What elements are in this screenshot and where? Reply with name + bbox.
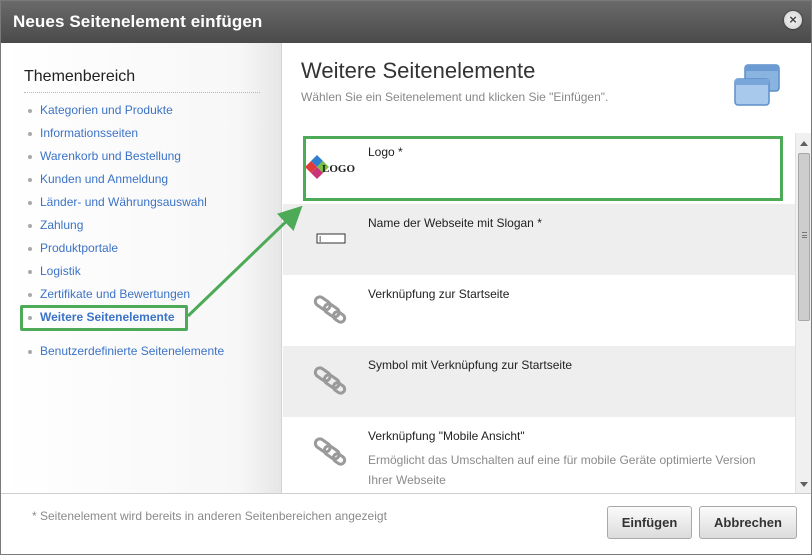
scroll-thumb[interactable] [798,153,810,321]
item-name: Verknüpfung zur Startseite [368,287,510,301]
chain-link-icon [313,437,347,466]
list-item-home-link[interactable]: Verknüpfung zur Startseite [283,275,795,346]
grip-icon [802,232,807,238]
element-list: LOGO Logo * I Name der Webseite mit Slog… [283,133,795,493]
insert-button[interactable]: Einfügen [607,506,692,539]
sidebar-divider [24,92,260,93]
scroll-down-icon[interactable] [800,482,808,487]
cancel-button[interactable]: Abbrechen [699,506,797,539]
sidebar-item-benutzerdefiniert[interactable]: Benutzerdefinierte Seitenelemente [27,343,224,366]
chain-link-icon [313,295,347,324]
sidebar-item-zahlung[interactable]: Zahlung [27,217,224,240]
item-name: Symbol mit Verknüpfung zur Startseite [368,358,573,372]
item-name: Verknüpfung "Mobile Ansicht" [368,429,525,443]
sidebar-heading: Themenbereich [24,68,136,85]
list-item-symbol-home-link[interactable]: Symbol mit Verknüpfung zur Startseite [283,346,795,417]
text-field-cursor: I [319,235,321,244]
content-title: Weitere Seitenelemente [301,58,536,83]
sidebar: Themenbereich Kategorien und Produkte In… [1,43,282,493]
windows-icon [734,64,780,106]
content-header: Weitere Seitenelemente Wählen Sie ein Se… [283,43,811,133]
list-item-site-name[interactable]: I Name der Webseite mit Slogan * [283,204,795,275]
sidebar-item-produktportale[interactable]: Produktportale [27,240,224,263]
insert-element-dialog: Neues Seitenelement einfügen × Themenber… [0,0,812,555]
dialog-title: Neues Seitenelement einfügen [13,12,263,31]
sidebar-item-logistik[interactable]: Logistik [27,263,224,286]
content-subtitle: Wählen Sie ein Seitenelement und klicken… [301,90,609,104]
sidebar-item-laender[interactable]: Länder- und Währungsauswahl [27,194,224,217]
scroll-up-icon[interactable] [800,141,808,146]
dialog-footer: * Seitenelement wird bereits in anderen … [1,493,811,554]
sidebar-item-kategorien[interactable]: Kategorien und Produkte [27,102,224,125]
sidebar-item-kunden[interactable]: Kunden und Anmeldung [27,171,224,194]
list-item-logo[interactable]: LOGO Logo * [283,133,795,204]
text-field-icon: I [316,233,346,244]
close-icon[interactable]: × [784,11,802,29]
sidebar-selection-highlight [20,305,188,331]
sidebar-item-warenkorb[interactable]: Warenkorb und Bestellung [27,148,224,171]
chain-link-icon [313,366,347,395]
list-scrollbar[interactable] [795,133,811,493]
item-selection-highlight [303,136,783,201]
footer-note: * Seitenelement wird bereits in anderen … [32,509,387,523]
item-description: Ermöglicht das Umschalten auf eine für m… [368,453,756,487]
dialog-titlebar: Neues Seitenelement einfügen × [1,1,811,43]
item-name: Name der Webseite mit Slogan * [368,216,542,230]
sidebar-item-informationsseiten[interactable]: Informationsseiten [27,125,224,148]
list-item-mobile-view[interactable]: Verknüpfung "Mobile Ansicht" Ermöglicht … [283,417,795,493]
